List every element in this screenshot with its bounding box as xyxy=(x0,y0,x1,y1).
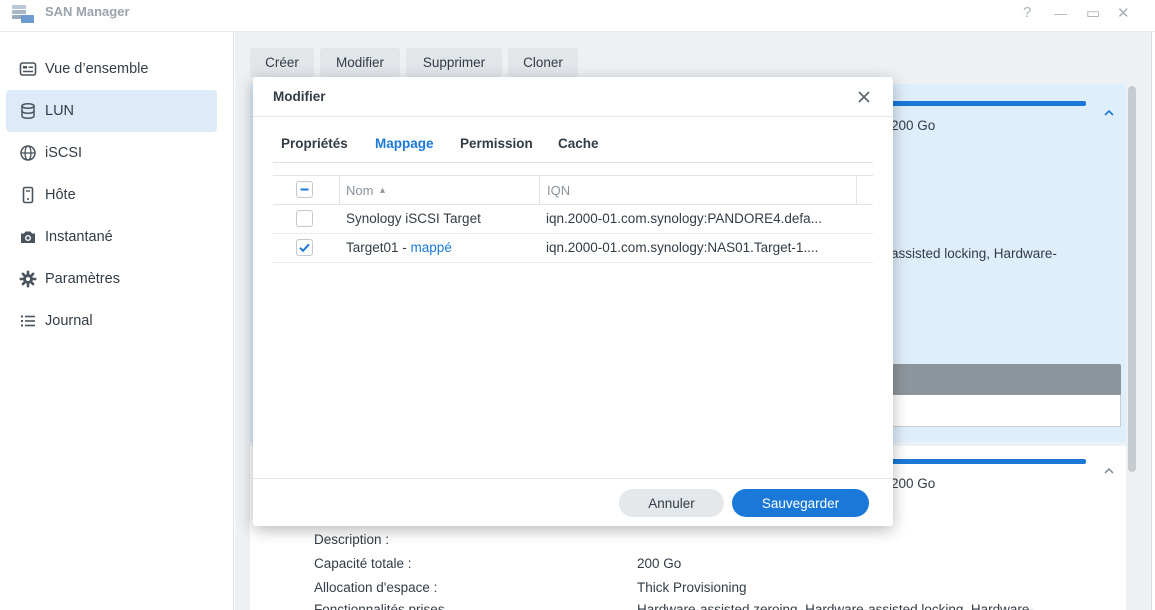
select-all-checkbox[interactable] xyxy=(296,181,313,198)
table-body xyxy=(880,395,1121,427)
sidebar: Vue d’ensemble LUN iSCSI Hôte Instantané… xyxy=(0,32,234,610)
sidebar-item-label: Paramètres xyxy=(45,271,120,287)
sidebar-item-label: LUN xyxy=(45,103,75,119)
tab-mapping[interactable]: Mappage xyxy=(375,136,434,151)
sidebar-item-lun[interactable]: LUN xyxy=(6,90,217,132)
table-row[interactable]: Synology iSCSI Target iqn.2000-01.com.sy… xyxy=(273,205,873,234)
database-icon xyxy=(19,102,37,120)
san-manager-app-icon xyxy=(10,3,36,25)
gear-icon xyxy=(19,270,37,288)
tab-divider xyxy=(273,162,873,163)
lun-capacity: 200 Go xyxy=(891,118,936,133)
row-checkbox-checked[interactable] xyxy=(296,239,313,256)
divider xyxy=(253,116,893,117)
sidebar-item-label: Vue d’ensemble xyxy=(45,61,149,77)
sidebar-item-iscsi[interactable]: iSCSI xyxy=(6,132,217,174)
chevron-up-icon[interactable] xyxy=(1102,106,1116,120)
name-separator: - xyxy=(398,240,411,255)
scrollbar[interactable] xyxy=(1128,86,1136,472)
usage-bar xyxy=(888,101,1086,106)
detail-label: Allocation d'espace : xyxy=(314,580,438,595)
sidebar-item-label: Instantané xyxy=(45,229,113,245)
list-icon xyxy=(19,312,37,330)
cancel-button[interactable]: Annuler xyxy=(619,489,724,517)
chevron-up-icon[interactable] xyxy=(1102,464,1116,478)
detail-value: Hardware-assisted zeroing, Hardware-assi… xyxy=(637,602,1034,610)
overview-icon xyxy=(19,60,37,78)
modify-button[interactable]: Modifier xyxy=(320,48,400,77)
clone-button[interactable]: Cloner xyxy=(508,48,578,77)
detail-label: Capacité totale : xyxy=(314,556,412,571)
detail-label: Description : xyxy=(314,532,390,547)
target-iqn: iqn.2000-01.com.synology:PANDORE4.defa..… xyxy=(546,211,822,226)
column-divider xyxy=(339,176,340,205)
minimize-icon[interactable]: — xyxy=(1054,6,1067,21)
sidebar-item-overview[interactable]: Vue d’ensemble xyxy=(6,48,217,90)
app-title: SAN Manager xyxy=(45,4,130,19)
camera-icon xyxy=(19,228,37,246)
checkmark-icon xyxy=(299,243,310,253)
save-button[interactable]: Sauvegarder xyxy=(732,489,869,517)
sidebar-item-log[interactable]: Journal xyxy=(6,300,217,342)
row-checkbox[interactable] xyxy=(296,210,313,227)
table-row[interactable]: Target01 - mappé iqn.2000-01.com.synolog… xyxy=(273,234,873,263)
lun-capacity: 200 Go xyxy=(891,476,936,491)
sidebar-item-label: Hôte xyxy=(45,187,76,203)
create-button[interactable]: Créer xyxy=(250,48,314,77)
delete-button[interactable]: Supprimer xyxy=(406,48,502,77)
grid-header: Nom ▴ IQN xyxy=(273,175,873,205)
detail-label: Fonctionnalités prises... xyxy=(314,602,456,610)
target-name: Target01 xyxy=(346,240,399,255)
title-bar: SAN Manager ? — ▭ ✕ xyxy=(0,0,1155,32)
column-divider xyxy=(856,176,857,205)
target-iqn: iqn.2000-01.com.synology:NAS01.Target-1.… xyxy=(546,240,819,255)
sort-ascending-icon: ▴ xyxy=(380,185,386,196)
detail-value: 200 Go xyxy=(637,556,682,571)
maximize-icon[interactable]: ▭ xyxy=(1086,4,1100,22)
close-window-icon[interactable]: ✕ xyxy=(1117,4,1130,22)
column-divider xyxy=(539,176,540,205)
dialog-title: Modifier xyxy=(273,89,326,104)
table-header-bar xyxy=(880,364,1121,395)
tab-permission[interactable]: Permission xyxy=(460,136,533,151)
tab-properties[interactable]: Propriétés xyxy=(281,136,348,151)
sidebar-item-label: Journal xyxy=(45,313,93,329)
detail-value: Thick Provisioning xyxy=(637,580,747,595)
sidebar-item-label: iSCSI xyxy=(45,145,83,161)
column-header-name[interactable]: Nom xyxy=(346,183,373,198)
modify-dialog: Modifier Propriétés Mappage Permission C… xyxy=(253,77,893,526)
tab-cache[interactable]: Cache xyxy=(558,136,599,151)
sidebar-item-host[interactable]: Hôte xyxy=(6,174,217,216)
window-right-edge xyxy=(1151,32,1152,610)
sidebar-item-settings[interactable]: Paramètres xyxy=(6,258,217,300)
usage-bar xyxy=(888,459,1086,464)
globe-icon xyxy=(19,144,37,162)
mapped-status: mappé xyxy=(410,240,452,255)
footer-divider xyxy=(253,478,893,479)
close-icon[interactable] xyxy=(856,89,872,105)
column-header-iqn[interactable]: IQN xyxy=(547,183,570,198)
target-name: Synology iSCSI Target xyxy=(346,211,481,226)
host-icon xyxy=(19,186,37,204)
help-icon[interactable]: ? xyxy=(1023,4,1031,21)
target-name-cell: Target01 - mappé xyxy=(346,240,452,255)
sidebar-item-snapshot[interactable]: Instantané xyxy=(6,216,217,258)
lun-features-fragment: assisted locking, Hardware- xyxy=(891,246,1057,261)
